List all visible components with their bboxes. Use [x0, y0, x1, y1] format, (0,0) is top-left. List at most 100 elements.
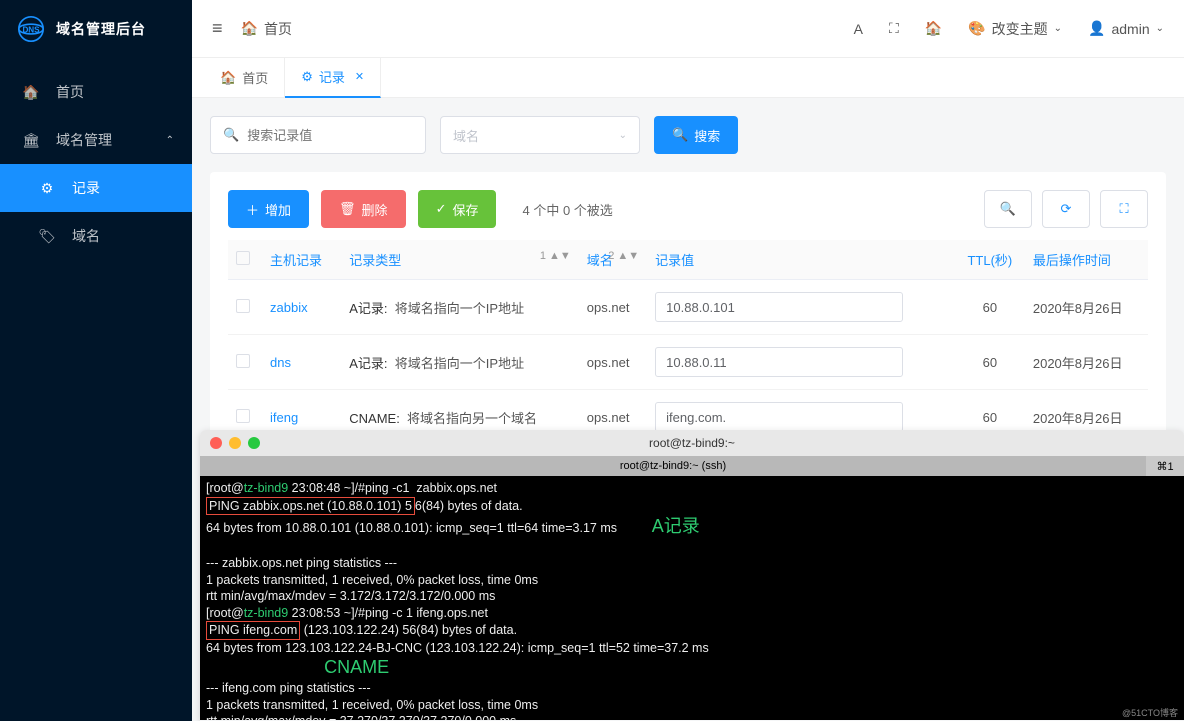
- terminal-tab-shortcut: ⌘1: [1146, 460, 1184, 473]
- gear-icon: ⚙: [301, 69, 313, 85]
- sidebar-item-domain-mgmt[interactable]: 🏛 域名管理 ⌃: [0, 116, 192, 164]
- col-host[interactable]: 主机记录: [262, 240, 341, 280]
- sidebar-item-label: 域名: [72, 226, 100, 246]
- tab-label: 记录: [319, 67, 345, 86]
- cell-ttl: 60: [955, 280, 1025, 335]
- col-domain[interactable]: 域名2 ▲▼: [579, 240, 647, 280]
- chevron-down-icon: ⌄: [1054, 23, 1062, 34]
- annotation-cname: CNAME: [324, 657, 389, 677]
- cell-domain: ops.net: [579, 335, 647, 390]
- record-value-input[interactable]: [655, 347, 903, 377]
- col-type[interactable]: 记录类型1 ▲▼: [341, 240, 579, 280]
- logo-icon: DNS: [18, 16, 44, 42]
- tab-records[interactable]: ⚙ 记录 ✕: [285, 58, 381, 98]
- theme-label: 改变主题: [992, 19, 1048, 39]
- home-icon: 🏠: [241, 20, 258, 37]
- col-value[interactable]: 记录值: [647, 240, 955, 280]
- cell-host: zabbix: [262, 280, 341, 335]
- check-icon: ✓: [436, 201, 447, 217]
- domain-placeholder: 域名: [453, 126, 479, 145]
- terminal-window: root@tz-bind9:~ root@tz-bind9:~ (ssh) ⌘1…: [200, 430, 1184, 721]
- user-icon: 👤: [1088, 20, 1105, 37]
- cell-updated: 2020年8月26日: [1025, 280, 1148, 335]
- top-home-icon[interactable]: 🏠: [925, 20, 942, 37]
- font-size-toggle[interactable]: A: [854, 21, 863, 37]
- top-home-label: 首页: [264, 19, 292, 39]
- tag-icon: 🏷: [38, 228, 56, 245]
- table-row[interactable]: dnsA记录: 将域名指向一个IP地址ops.net 602020年8月26日: [228, 335, 1148, 390]
- expand-icon: ⛶: [1119, 201, 1128, 217]
- sidebar-item-label: 域名管理: [56, 130, 112, 150]
- search-input-wrapper: 🔍: [210, 116, 426, 154]
- col-updated[interactable]: 最后操作时间: [1025, 240, 1148, 280]
- sidebar-item-label: 记录: [72, 178, 100, 198]
- home-icon: 🏠: [22, 84, 40, 101]
- user-label: admin: [1111, 21, 1149, 37]
- tabs: 🏠 首页 ⚙ 记录 ✕: [192, 58, 1184, 98]
- select-all-checkbox[interactable]: [236, 251, 250, 265]
- theme-switch[interactable]: 🎨 改变主题 ⌄: [968, 19, 1062, 39]
- font-icon: A: [854, 21, 863, 37]
- search-button[interactable]: 🔍 搜索: [654, 116, 738, 154]
- sidebar-item-records[interactable]: ⚙ 记录: [0, 164, 192, 212]
- fullscreen-toggle[interactable]: ⛶: [889, 20, 899, 37]
- cell-type: A记录: 将域名指向一个IP地址: [341, 335, 579, 390]
- add-label: 增加: [265, 200, 291, 219]
- table-row[interactable]: zabbixA记录: 将域名指向一个IP地址ops.net 602020年8月26…: [228, 280, 1148, 335]
- row-checkbox[interactable]: [236, 354, 250, 368]
- add-button[interactable]: ＋ 增加: [228, 190, 309, 228]
- sidebar-item-home[interactable]: 🏠 首页: [0, 68, 192, 116]
- sidebar: DNS 域名管理后台 🏠 首页 🏛 域名管理 ⌃ ⚙ 记录 🏷 域名: [0, 0, 192, 721]
- hamburger-icon[interactable]: ≡: [212, 18, 223, 39]
- expand-icon: ⛶: [889, 20, 899, 37]
- expand-button[interactable]: ⛶: [1100, 190, 1148, 228]
- delete-label: 删除: [362, 200, 388, 219]
- row-checkbox[interactable]: [236, 409, 250, 423]
- sidebar-item-domains[interactable]: 🏷 域名: [0, 212, 192, 260]
- search-icon: 🔍: [1000, 201, 1016, 217]
- save-label: 保存: [452, 200, 478, 219]
- terminal-tab[interactable]: root@tz-bind9:~ (ssh): [200, 456, 1146, 476]
- chevron-up-icon: ⌃: [166, 135, 174, 146]
- close-icon[interactable]: ✕: [355, 70, 364, 83]
- search-icon: 🔍: [223, 127, 239, 143]
- cell-updated: 2020年8月26日: [1025, 335, 1148, 390]
- topbar: ≡ 🏠 首页 A ⛶ 🏠 🎨 改变主题 ⌄ 👤 admin ⌄: [192, 0, 1184, 58]
- refresh-icon: ⟳: [1061, 201, 1072, 217]
- bank-icon: 🏛: [22, 132, 40, 149]
- cell-type: A记录: 将域名指向一个IP地址: [341, 280, 579, 335]
- search-icon: 🔍: [672, 127, 688, 143]
- tab-home[interactable]: 🏠 首页: [204, 58, 285, 98]
- chevron-down-icon: ⌄: [619, 130, 627, 141]
- cell-domain: ops.net: [579, 280, 647, 335]
- search-icon-button[interactable]: 🔍: [984, 190, 1032, 228]
- annotation-a-record: A记录: [652, 516, 700, 536]
- search-button-label: 搜索: [694, 126, 720, 145]
- record-value-input[interactable]: [655, 402, 903, 432]
- logo-text: 域名管理后台: [56, 19, 146, 39]
- domain-select[interactable]: 域名 ⌄: [440, 116, 640, 154]
- refresh-button[interactable]: ⟳: [1042, 190, 1090, 228]
- selection-count: 4 个中 0 个被选: [522, 200, 612, 219]
- home-icon: 🏠: [220, 70, 236, 86]
- row-checkbox[interactable]: [236, 299, 250, 313]
- save-button[interactable]: ✓ 保存: [418, 190, 497, 228]
- search-input[interactable]: [247, 128, 423, 143]
- chevron-down-icon: ⌄: [1156, 23, 1164, 34]
- top-home-link[interactable]: 🏠 首页: [241, 19, 292, 39]
- cell-ttl: 60: [955, 335, 1025, 390]
- logo: DNS 域名管理后台: [0, 0, 192, 58]
- plus-icon: ＋: [246, 200, 259, 219]
- terminal-title: root@tz-bind9:~: [200, 436, 1184, 450]
- cell-host: dns: [262, 335, 341, 390]
- gear-icon: ⚙: [38, 180, 56, 197]
- terminal-body[interactable]: [root@tz-bind9 23:08:48 ~]/#ping -c1 zab…: [200, 476, 1184, 720]
- terminal-titlebar: root@tz-bind9:~: [200, 430, 1184, 456]
- terminal-tabbar: root@tz-bind9:~ (ssh) ⌘1: [200, 456, 1184, 476]
- col-ttl[interactable]: TTL(秒): [955, 240, 1025, 280]
- record-value-input[interactable]: [655, 292, 903, 322]
- svg-text:DNS: DNS: [22, 25, 40, 34]
- palette-icon: 🎨: [968, 20, 985, 37]
- user-menu[interactable]: 👤 admin ⌄: [1088, 20, 1164, 37]
- delete-button[interactable]: 🗑 删除: [321, 190, 406, 228]
